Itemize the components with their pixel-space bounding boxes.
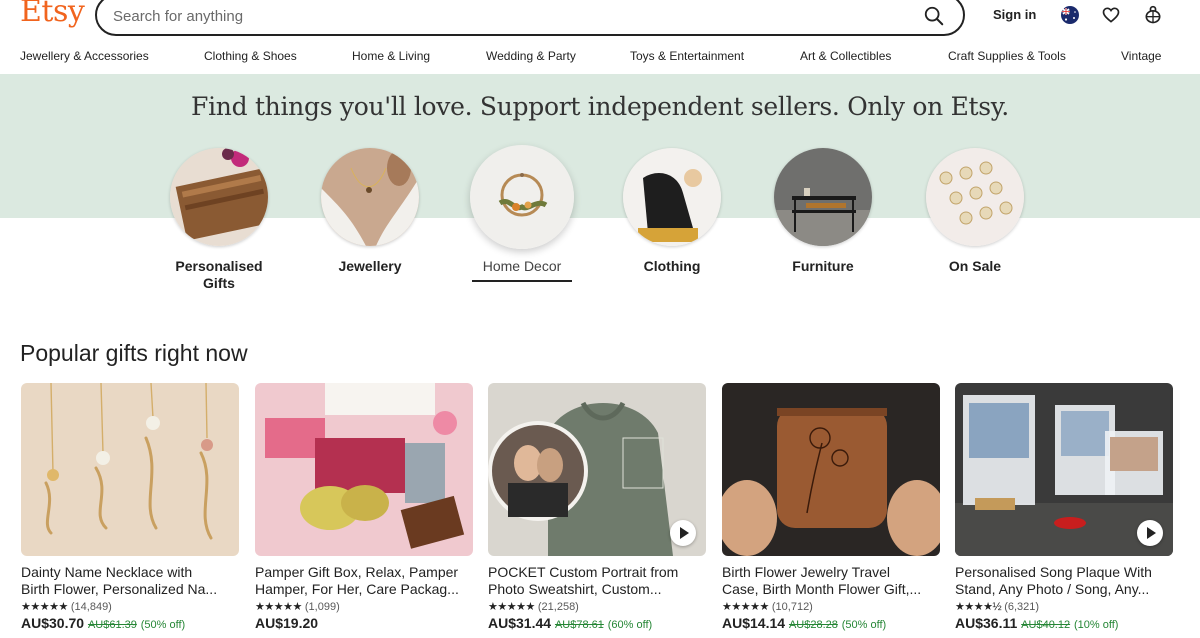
sale-price: AU$30.70	[21, 615, 85, 631]
search-input[interactable]	[113, 5, 893, 27]
rating-stars: ★★★★★	[21, 601, 68, 613]
review-count: (14,849)	[70, 601, 112, 613]
category-image	[470, 145, 574, 249]
rating-stars: ★★★★½	[955, 601, 1002, 613]
product-title[interactable]: Birth Flower Jewelry Travel	[722, 564, 940, 581]
discount-label: (60% off)	[607, 619, 653, 631]
nav-item-jewellery-accessories[interactable]: Jewellery & Accessories	[20, 49, 149, 63]
review-count: (21,258)	[537, 601, 579, 613]
product-image[interactable]	[255, 383, 473, 556]
product-title[interactable]: Hamper, For Her, Care Packag...	[255, 581, 473, 598]
original-price: AU$61.39	[87, 619, 137, 631]
product-image[interactable]	[488, 383, 706, 556]
category-image	[926, 148, 1024, 246]
original-price: AU$78.61	[554, 619, 604, 631]
sale-price: AU$14.14	[722, 615, 786, 631]
category-image	[321, 148, 419, 246]
category-label: Personalised	[175, 258, 263, 274]
product-title[interactable]: POCKET Custom Portrait from	[488, 564, 706, 581]
hero-tagline: Find things you'll love. Support indepen…	[191, 92, 1009, 121]
product-rating: ★★★★★ (21,258)	[488, 600, 706, 613]
rating-stars: ★★★★★	[722, 601, 769, 613]
nav-item-clothing-shoes[interactable]: Clothing & Shoes	[204, 49, 297, 63]
product-rating: ★★★★★ (10,712)	[722, 600, 940, 613]
original-price: AU$40.12	[1021, 619, 1071, 631]
product-title[interactable]: Birth Flower, Personalized Na...	[21, 581, 239, 598]
nav-item-art-collectibles[interactable]: Art & Collectibles	[800, 49, 891, 63]
product-price: AU$36.11 AU$40.12 (10% off)	[955, 615, 1173, 631]
product-title[interactable]: Stand, Any Photo / Song, Any...	[955, 581, 1173, 598]
category-label: Gifts	[203, 275, 235, 291]
product-title[interactable]: Dainty Name Necklace with	[21, 564, 239, 581]
product-rating: ★★★★½ (6,321)	[955, 600, 1173, 613]
nav-item-home-living[interactable]: Home & Living	[352, 49, 430, 63]
heart-icon[interactable]	[1101, 5, 1121, 25]
category-image	[623, 148, 721, 246]
product-title[interactable]: Case, Birth Month Flower Gift,...	[722, 581, 940, 598]
product-price: AU$14.14 AU$28.28 (50% off)	[722, 615, 940, 631]
category-image	[774, 148, 872, 246]
discount-label: (10% off)	[1074, 619, 1119, 631]
product-image[interactable]	[21, 383, 239, 556]
nav-item-vintage[interactable]: Vintage	[1121, 49, 1161, 63]
sign-in-button[interactable]: Sign in	[993, 7, 1036, 22]
review-count: (6,321)	[1004, 601, 1040, 613]
product-card[interactable]: Birth Flower Jewelry Travel Case, Birth …	[722, 383, 940, 631]
etsy-logo[interactable]: Etsy	[20, 0, 85, 29]
category-image	[170, 148, 268, 246]
category-home-decor[interactable]: Home Decor	[467, 145, 577, 275]
product-title[interactable]: Pamper Gift Box, Relax, Pamper	[255, 564, 473, 581]
category-personalised-gifts[interactable]: Personalised Gifts	[164, 148, 274, 292]
product-card[interactable]: Personalised Song Plaque With Stand, Any…	[955, 383, 1173, 631]
search-bar	[95, 0, 965, 36]
product-rating: ★★★★★ (1,099)	[255, 600, 473, 613]
category-label: On Sale	[948, 258, 1002, 274]
review-count: (10,712)	[771, 601, 813, 613]
product-title[interactable]: Photo Sweatshirt, Custom...	[488, 581, 706, 598]
header: Etsy Sign in	[0, 0, 1200, 40]
review-count: (1,099)	[304, 601, 340, 613]
category-label: Clothing	[643, 258, 701, 274]
nav-item-toys-entertainment[interactable]: Toys & Entertainment	[630, 49, 744, 63]
discount-label: (50% off)	[140, 619, 186, 631]
play-icon[interactable]	[1137, 520, 1163, 546]
category-furniture[interactable]: Furniture	[768, 148, 878, 275]
sale-price: AU$19.20	[255, 615, 319, 631]
australia-flag-icon[interactable]	[1060, 5, 1080, 25]
category-clothing[interactable]: Clothing	[617, 148, 727, 275]
product-title[interactable]: Personalised Song Plaque With	[955, 564, 1173, 581]
rating-stars: ★★★★★	[255, 601, 302, 613]
product-price: AU$19.20	[255, 615, 473, 631]
search-icon[interactable]	[923, 5, 945, 27]
category-jewellery[interactable]: Jewellery	[315, 148, 425, 275]
category-label: Jewellery	[338, 258, 402, 274]
category-nav: Jewellery & Accessories Clothing & Shoes…	[0, 49, 1200, 73]
product-rating: ★★★★★ (14,849)	[21, 600, 239, 613]
section-title: Popular gifts right now	[20, 340, 248, 366]
nav-item-craft-supplies[interactable]: Craft Supplies & Tools	[948, 49, 1066, 63]
discount-label: (50% off)	[841, 619, 887, 631]
product-card[interactable]: Dainty Name Necklace with Birth Flower, …	[21, 383, 239, 631]
category-label: Home Decor	[482, 258, 562, 274]
play-icon[interactable]	[670, 520, 696, 546]
product-card[interactable]: Pamper Gift Box, Relax, Pamper Hamper, F…	[255, 383, 473, 631]
product-price: AU$30.70 AU$61.39 (50% off)	[21, 615, 239, 631]
sale-price: AU$31.44	[488, 615, 552, 631]
category-label: Furniture	[792, 258, 854, 274]
product-price: AU$31.44 AU$78.61 (60% off)	[488, 615, 706, 631]
product-image[interactable]	[722, 383, 940, 556]
product-image[interactable]	[955, 383, 1173, 556]
sale-price: AU$36.11	[955, 615, 1018, 631]
nav-item-wedding-party[interactable]: Wedding & Party	[486, 49, 576, 63]
rating-stars: ★★★★★	[488, 601, 535, 613]
category-on-sale[interactable]: On Sale	[920, 148, 1030, 275]
shopping-bag-icon[interactable]	[1143, 5, 1163, 25]
product-card[interactable]: POCKET Custom Portrait from Photo Sweats…	[488, 383, 706, 631]
active-category-underline	[472, 280, 572, 282]
original-price: AU$28.28	[788, 619, 838, 631]
